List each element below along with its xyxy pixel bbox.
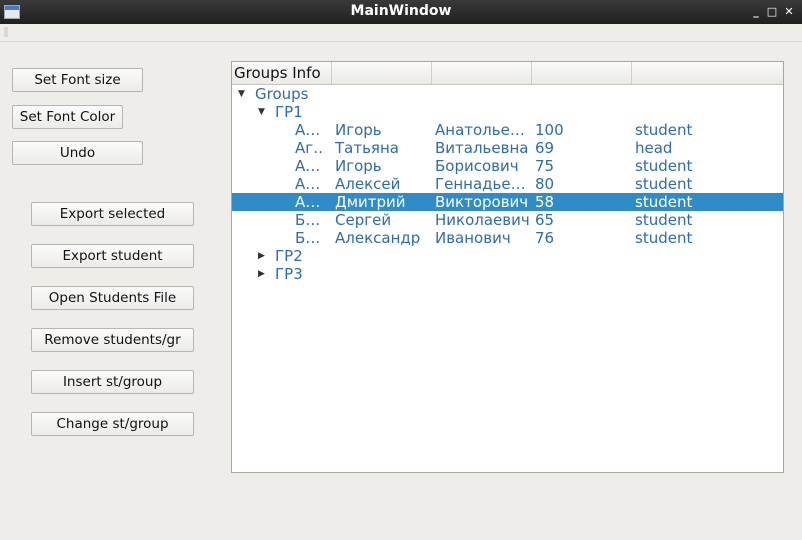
maximize-button[interactable]: □ (766, 5, 778, 19)
student-first-name: Алексей (335, 175, 401, 193)
tree-node-label: ГР3 (275, 265, 303, 283)
collapsed-arrow-icon[interactable]: ▶ (258, 265, 265, 283)
minimize-button[interactable]: _ (750, 5, 762, 19)
student-initial: А… (295, 175, 321, 193)
change-button[interactable]: Change st/group (31, 412, 194, 436)
student-score: 75 (535, 157, 555, 175)
open-students-file-button[interactable]: Open Students File (31, 286, 194, 310)
header-col-2[interactable] (332, 62, 432, 84)
remove-students-button[interactable]: Remove students/gr (31, 328, 194, 352)
set-font-size-button[interactable]: Set Font size (12, 68, 143, 92)
student-score: 69 (535, 139, 555, 157)
student-patronymic: Анатолье… (435, 121, 525, 139)
tree-student-row[interactable]: Б… Александр Иванович 76 student (232, 229, 783, 247)
export-student-button[interactable]: Export student (31, 244, 194, 268)
student-role: student (635, 121, 693, 139)
student-role: head (635, 139, 673, 157)
collapsed-arrow-icon[interactable]: ▶ (258, 247, 265, 265)
student-initial: Б… (295, 211, 321, 229)
student-initial: А… (295, 121, 321, 139)
expanded-arrow-icon[interactable]: ▼ (238, 85, 245, 103)
student-score: 100 (535, 121, 564, 139)
student-role: student (635, 211, 693, 229)
student-patronymic: Борисович (435, 157, 519, 175)
student-patronymic: Геннадье… (435, 175, 526, 193)
student-first-name: Игорь (335, 121, 382, 139)
groups-tree[interactable]: Groups Info ▼ Groups ▼ ГР1 А… Игорь Анатолье… 1… (231, 61, 784, 473)
undo-button[interactable]: Undo (12, 141, 143, 165)
tree-student-row[interactable]: А… Игорь Борисович 75 student (232, 157, 783, 175)
set-font-color-button[interactable]: Set Font Color (12, 105, 123, 129)
tree-student-row[interactable]: А… Алексей Геннадье… 80 student (232, 175, 783, 193)
tree-node-label: ГР2 (275, 247, 303, 265)
tree-group-row[interactable]: ▼ ГР1 (232, 103, 783, 121)
expanded-arrow-icon[interactable]: ▼ (258, 103, 265, 121)
header-groups-info[interactable]: Groups Info (232, 62, 332, 84)
toolbar-grip-icon[interactable] (4, 27, 8, 37)
student-patronymic: Иванович (435, 229, 511, 247)
student-patronymic: Викторович (435, 193, 529, 211)
student-initial: Аг… (295, 139, 325, 157)
student-initial: А… (295, 157, 321, 175)
tree-group-row[interactable]: ▶ ГР2 (232, 247, 783, 265)
student-score: 80 (535, 175, 555, 193)
student-first-name: Татьяна (335, 139, 399, 157)
student-first-name: Дмитрий (335, 193, 406, 211)
window-title: MainWindow (350, 3, 452, 19)
tree-student-row[interactable]: А… Дмитрий Викторович 58 student (232, 193, 783, 211)
header-col-4[interactable] (532, 62, 632, 84)
tree-node-label: Groups (255, 85, 309, 103)
student-patronymic: Николаевич (435, 211, 530, 229)
export-selected-button[interactable]: Export selected (31, 202, 194, 226)
toolbar (0, 24, 802, 42)
tree-student-row[interactable]: Б… Сергей Николаевич 65 student (232, 211, 783, 229)
tree-group-row[interactable]: ▶ ГР3 (232, 265, 783, 283)
student-role: student (635, 157, 693, 175)
student-role: student (635, 175, 693, 193)
student-first-name: Сергей (335, 211, 392, 229)
header-col-5[interactable] (632, 62, 783, 84)
tree-node-label: ГР1 (275, 103, 303, 121)
student-first-name: Александр (335, 229, 421, 247)
tree-root-row[interactable]: ▼ Groups (232, 85, 783, 103)
tree-student-row[interactable]: А… Игорь Анатолье… 100 student (232, 121, 783, 139)
student-role: student (635, 229, 693, 247)
student-score: 58 (535, 193, 555, 211)
student-score: 76 (535, 229, 555, 247)
student-first-name: Игорь (335, 157, 382, 175)
student-score: 65 (535, 211, 555, 229)
student-role: student (635, 193, 693, 211)
insert-button[interactable]: Insert st/group (31, 370, 194, 394)
tree-header: Groups Info (232, 62, 783, 85)
student-patronymic: Витальевна (435, 139, 529, 157)
student-initial: А… (295, 193, 321, 211)
header-col-3[interactable] (432, 62, 532, 84)
student-initial: Б… (295, 229, 321, 247)
close-button[interactable]: ✕ (783, 5, 795, 19)
tree-student-row[interactable]: Аг… Татьяна Витальевна 69 head (232, 139, 783, 157)
title-bar: MainWindow _ □ ✕ (0, 0, 802, 24)
